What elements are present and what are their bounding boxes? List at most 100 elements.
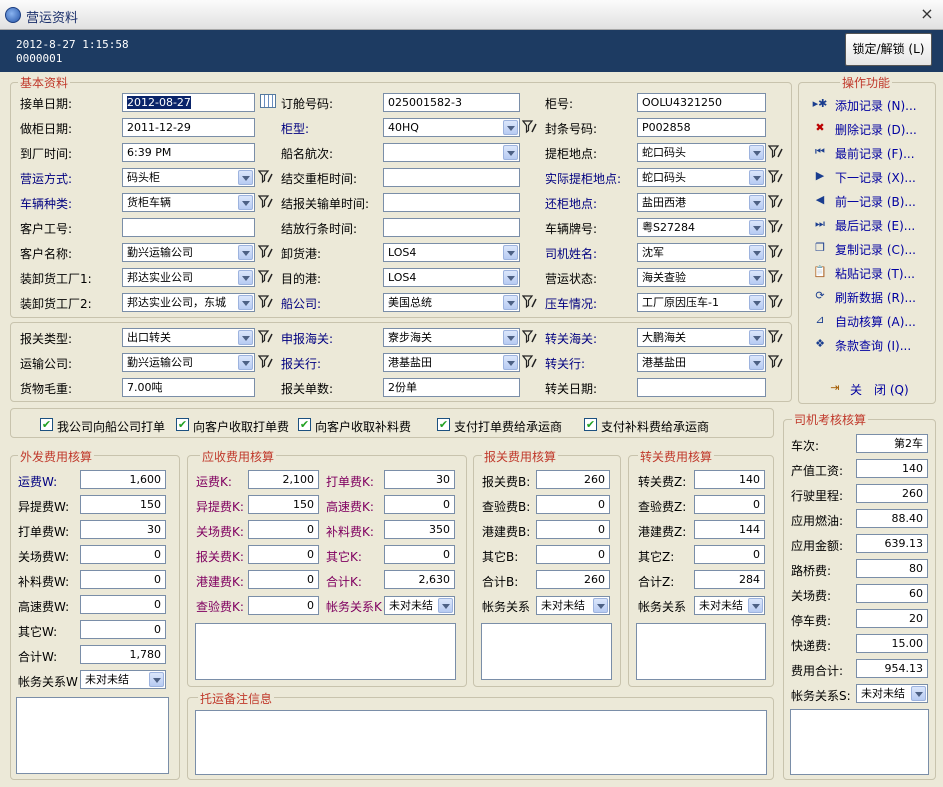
transport-co-select[interactable]: 勤兴运输公司 bbox=[122, 353, 255, 372]
seal-no-field[interactable]: P002858 bbox=[637, 118, 766, 137]
trans-fee-field[interactable]: 140 bbox=[694, 470, 765, 489]
chevron-down-icon[interactable] bbox=[503, 330, 518, 345]
filter-icon[interactable] bbox=[768, 269, 784, 285]
driver-yard-field[interactable]: 60 bbox=[856, 584, 928, 603]
status-select[interactable]: 海关查验 bbox=[637, 268, 766, 287]
factory2-select[interactable]: 邦达实业公司，东城 bbox=[122, 293, 255, 312]
driver-toll-field[interactable]: 80 bbox=[856, 559, 928, 578]
actual-pickup-select[interactable]: 蛇口码头 bbox=[637, 168, 766, 187]
trans-port-field[interactable]: 144 bbox=[694, 520, 765, 539]
cust-port-field[interactable]: 0 bbox=[536, 520, 610, 539]
box-no-field[interactable]: OOLU4321250 bbox=[637, 93, 766, 112]
out-other-field[interactable]: 0 bbox=[80, 620, 166, 639]
box-date-field[interactable]: 2011-12-29 bbox=[122, 118, 255, 137]
decl-count-field[interactable]: 2份单 bbox=[383, 378, 520, 397]
filter-icon[interactable] bbox=[768, 294, 784, 310]
driver-acct-select[interactable]: 未对未结 bbox=[856, 684, 928, 703]
decl-customs-select[interactable]: 寮步海关 bbox=[383, 328, 520, 347]
next-record-button[interactable]: ▶ 下一记录 (X)... bbox=[812, 166, 936, 186]
chevron-down-icon[interactable] bbox=[503, 145, 518, 160]
unload-port-select[interactable]: LOS4 bbox=[383, 243, 520, 262]
driver-trip-field[interactable]: 第2车 bbox=[856, 434, 928, 453]
close-icon[interactable]: × bbox=[918, 5, 936, 23]
vehicle-type-select[interactable]: 货柜车辆 bbox=[122, 193, 255, 212]
driver-wage-field[interactable]: 140 bbox=[856, 459, 928, 478]
out-supp-field[interactable]: 0 bbox=[80, 570, 166, 589]
filter-icon[interactable] bbox=[258, 329, 274, 345]
chevron-down-icon[interactable] bbox=[238, 330, 253, 345]
filter-icon[interactable] bbox=[768, 194, 784, 210]
recv-highway-field[interactable]: 0 bbox=[384, 495, 455, 514]
check-ship-co-bill[interactable]: ✔ bbox=[40, 418, 53, 431]
recv-bill-field[interactable]: 30 bbox=[384, 470, 455, 489]
chevron-down-icon[interactable] bbox=[503, 355, 518, 370]
chevron-down-icon[interactable] bbox=[238, 270, 253, 285]
trans-acct-select[interactable]: 未对未结 bbox=[694, 596, 765, 615]
chevron-down-icon[interactable] bbox=[503, 245, 518, 260]
recv-inspect-field[interactable]: 0 bbox=[248, 596, 319, 615]
add-record-button[interactable]: ▸✱ 添加记录 (N)... bbox=[812, 94, 936, 114]
box-type-select[interactable]: 40HQ bbox=[383, 118, 520, 137]
ship-co-select[interactable]: 美国总统 bbox=[383, 293, 520, 312]
booking-no-field[interactable]: 025001582-3 bbox=[383, 93, 520, 112]
driver-fuel-field[interactable]: 88.40 bbox=[856, 509, 928, 528]
prev-record-button[interactable]: ◀ 前一记录 (B)... bbox=[812, 190, 936, 210]
transfer-broker-select[interactable]: 港基盐田 bbox=[637, 353, 766, 372]
filter-icon[interactable] bbox=[768, 244, 784, 260]
chevron-down-icon[interactable] bbox=[438, 598, 453, 613]
return-select[interactable]: 盐田西港 bbox=[637, 193, 766, 212]
dest-port-select[interactable]: LOS4 bbox=[383, 268, 520, 287]
chevron-down-icon[interactable] bbox=[748, 598, 763, 613]
filter-icon[interactable] bbox=[258, 194, 274, 210]
press-select[interactable]: 工厂原因压车-1 bbox=[637, 293, 766, 312]
broker-select[interactable]: 港基盐田 bbox=[383, 353, 520, 372]
check-cust-supp-fee[interactable]: ✔ bbox=[298, 418, 311, 431]
cust-total-field[interactable]: 260 bbox=[536, 570, 610, 589]
chevron-down-icon[interactable] bbox=[238, 195, 253, 210]
delete-record-button[interactable]: ✖ 删除记录 (D)... bbox=[812, 118, 936, 138]
chevron-down-icon[interactable] bbox=[503, 295, 518, 310]
check-pay-bill-fee[interactable]: ✔ bbox=[437, 418, 450, 431]
driver-total-field[interactable]: 954.13 bbox=[856, 659, 928, 678]
trans-total-field[interactable]: 284 bbox=[694, 570, 765, 589]
pickup-select[interactable]: 蛇口码头 bbox=[637, 143, 766, 162]
chevron-down-icon[interactable] bbox=[749, 170, 764, 185]
refresh-data-button[interactable]: ⟳ 刷新数据 (R)... bbox=[812, 286, 936, 306]
chevron-down-icon[interactable] bbox=[749, 245, 764, 260]
filter-icon[interactable] bbox=[768, 219, 784, 235]
decl-type-select[interactable]: 出口转关 bbox=[122, 328, 255, 347]
chevron-down-icon[interactable] bbox=[238, 170, 253, 185]
chevron-down-icon[interactable] bbox=[238, 295, 253, 310]
chevron-down-icon[interactable] bbox=[749, 145, 764, 160]
check-cust-bill-fee[interactable]: ✔ bbox=[176, 418, 189, 431]
chevron-down-icon[interactable] bbox=[149, 672, 164, 687]
first-record-button[interactable]: ⏮ 最前记录 (F)... bbox=[812, 142, 936, 162]
recv-yard-field[interactable]: 0 bbox=[248, 520, 319, 539]
vessel-select[interactable] bbox=[383, 143, 520, 162]
out-acct-select[interactable]: 未对未结 bbox=[80, 670, 166, 689]
trans-inspect-field[interactable]: 0 bbox=[694, 495, 765, 514]
trans-other-field[interactable]: 0 bbox=[694, 545, 765, 564]
op-mode-select[interactable]: 码头柜 bbox=[122, 168, 255, 187]
chevron-down-icon[interactable] bbox=[749, 330, 764, 345]
cust-other-field[interactable]: 0 bbox=[536, 545, 610, 564]
paste-record-button[interactable]: 📋 粘贴记录 (T)... bbox=[812, 262, 936, 282]
filter-icon[interactable] bbox=[258, 169, 274, 185]
recv-supp-field[interactable]: 350 bbox=[384, 520, 455, 539]
filter-icon[interactable] bbox=[258, 244, 274, 260]
last-record-button[interactable]: ⏭ 最后记录 (E)... bbox=[812, 214, 936, 234]
filter-icon[interactable] bbox=[258, 294, 274, 310]
release-time-field[interactable] bbox=[383, 218, 520, 237]
heavy-time-field[interactable] bbox=[383, 168, 520, 187]
chevron-down-icon[interactable] bbox=[749, 270, 764, 285]
transfer-customs-select[interactable]: 大鹏海关 bbox=[637, 328, 766, 347]
chevron-down-icon[interactable] bbox=[238, 355, 253, 370]
auto-calc-button[interactable]: ⊿ 自动核算 (A)... bbox=[812, 310, 936, 330]
filter-icon[interactable] bbox=[522, 354, 538, 370]
chevron-down-icon[interactable] bbox=[749, 195, 764, 210]
driver-express-field[interactable]: 15.00 bbox=[856, 634, 928, 653]
recv-total-field[interactable]: 2,630 bbox=[384, 570, 455, 589]
cust-inspect-field[interactable]: 0 bbox=[536, 495, 610, 514]
factory1-select[interactable]: 邦达实业公司 bbox=[122, 268, 255, 287]
chevron-down-icon[interactable] bbox=[749, 355, 764, 370]
